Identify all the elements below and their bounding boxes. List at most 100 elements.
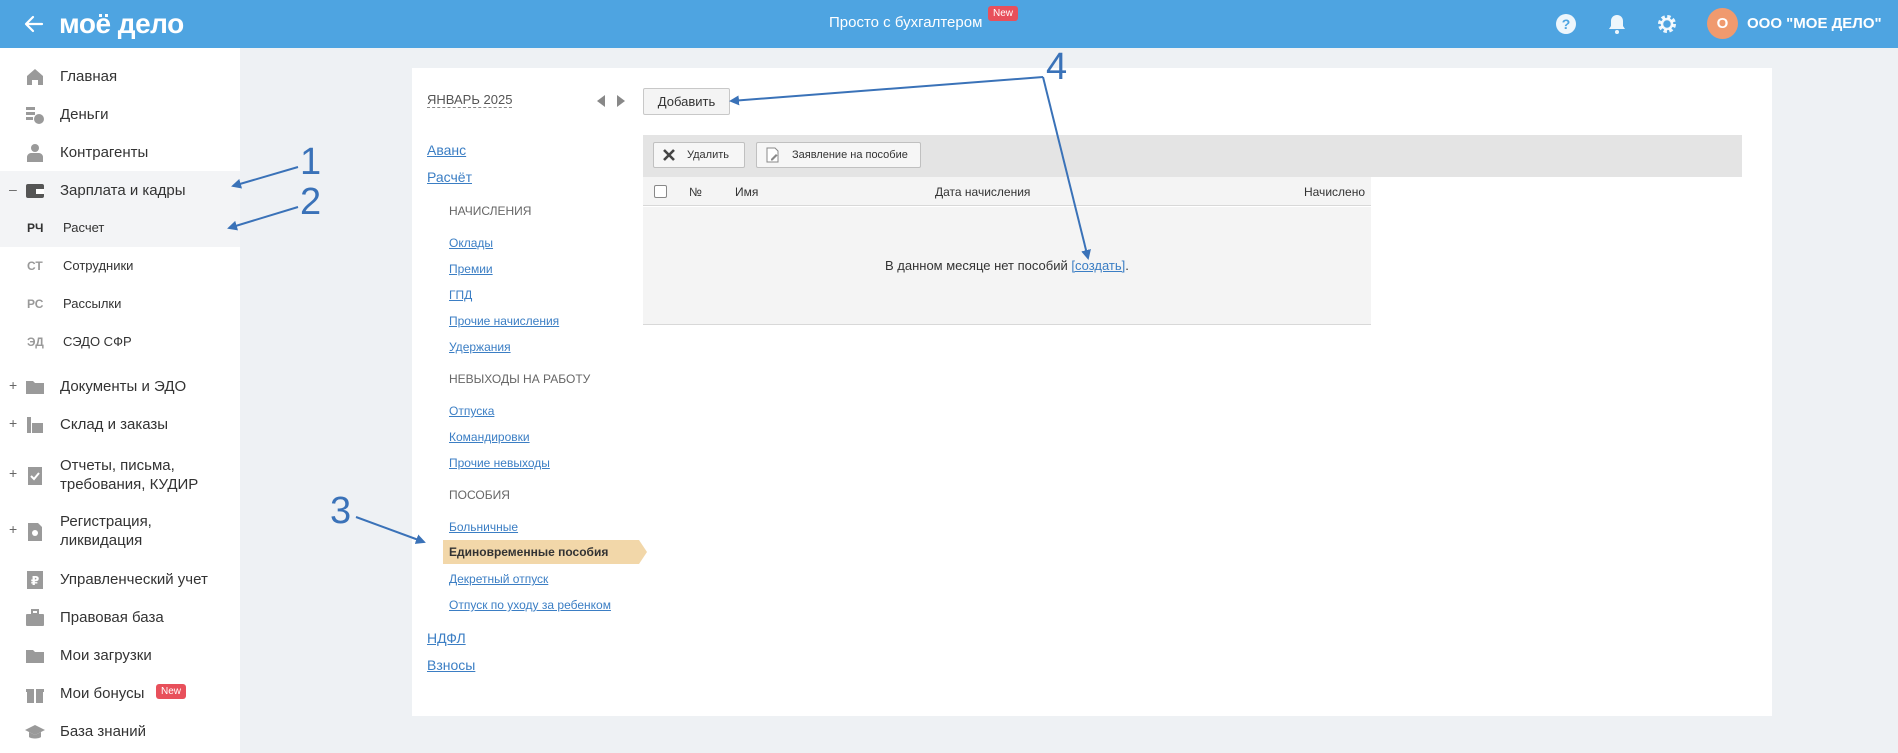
help-icon[interactable]: ? <box>1554 12 1578 36</box>
svg-text:₽: ₽ <box>31 574 39 588</box>
nav-link-vacations[interactable]: Отпуска <box>449 404 494 418</box>
column-header-number[interactable]: № <box>689 185 702 199</box>
sidebar-item-contractors[interactable]: Контрагенты <box>0 141 240 167</box>
benefit-application-button[interactable]: Заявление на пособие <box>756 142 921 168</box>
next-month-icon[interactable] <box>617 95 625 107</box>
group-heading-accruals: НАЧИСЛЕНИЯ <box>449 204 532 218</box>
create-link[interactable]: [создать] <box>1071 258 1125 273</box>
new-badge: New <box>988 6 1019 21</box>
wallet-icon <box>26 184 44 198</box>
close-icon <box>663 149 675 161</box>
back-arrow-icon[interactable] <box>22 12 46 36</box>
empty-state-period: . <box>1125 258 1129 273</box>
annotation-number-1: 1 <box>300 141 322 183</box>
app-logo[interactable]: моё дело <box>59 8 184 40</box>
sidebar-item-label: Отчеты, письма, <box>60 457 175 474</box>
prev-month-icon[interactable] <box>597 95 605 107</box>
sidebar-item-label: Регистрация, <box>60 513 152 530</box>
group-heading-absences: НЕВЫХОДЫ НА РАБОТУ <box>449 372 591 386</box>
home-icon <box>27 69 43 85</box>
empty-state-text: В данном месяце нет пособий <box>885 258 1072 273</box>
sidebar-item-warehouse[interactable]: + Склад и заказы <box>0 413 240 439</box>
sidebar-subitem-employees[interactable]: СТ Сотрудники <box>0 251 240 283</box>
subitem-abbr: СТ <box>27 259 43 273</box>
sidebar-item-label: База знаний <box>60 723 146 740</box>
expand-icon[interactable]: + <box>9 377 17 393</box>
nav-link-ndfl[interactable]: НДФЛ <box>427 630 466 646</box>
table-header: № Имя Дата начисления Начислено <box>643 177 1371 206</box>
sidebar-item-money[interactable]: Деньги <box>0 103 240 129</box>
sidebar-item-salary[interactable]: – Зарплата и кадры <box>0 179 240 205</box>
sidebar-subitem-raschet[interactable]: РЧ Расчет <box>0 213 240 245</box>
collapse-icon[interactable]: – <box>9 181 17 197</box>
nav-link-maternity-leave[interactable]: Декретный отпуск <box>449 572 548 586</box>
nav-link-sick-leave[interactable]: Больничные <box>449 520 518 534</box>
month-selector[interactable]: ЯНВАРЬ 2025 <box>427 92 513 108</box>
column-header-accrued[interactable]: Начислено <box>1304 185 1365 199</box>
sidebar-item-label: Склад и заказы <box>60 416 169 433</box>
money-icon <box>26 107 44 124</box>
sidebar-item-label: Деньги <box>60 106 109 123</box>
document-edit-icon <box>766 147 779 163</box>
sidebar-item-downloads[interactable]: Мои загрузки <box>0 644 240 670</box>
company-name[interactable]: ООО "МОЕ ДЕЛО" <box>1747 15 1882 32</box>
expand-icon[interactable]: + <box>9 465 17 481</box>
add-button[interactable]: Добавить <box>643 88 730 115</box>
folder-icon <box>26 650 44 663</box>
sidebar-item-label: Мои загрузки <box>60 647 152 664</box>
subitem-label: Рассылки <box>63 296 122 311</box>
bell-icon[interactable] <box>1605 12 1629 36</box>
sidebar-item-knowledge[interactable]: База знаний <box>0 720 240 746</box>
top-header: моё дело Просто с бухгалтером New ? О ОО… <box>0 0 1898 48</box>
column-header-date[interactable]: Дата начисления <box>935 185 1030 199</box>
registration-icon <box>28 523 42 541</box>
folder-icon <box>26 381 44 394</box>
expand-icon[interactable]: + <box>9 415 17 431</box>
delete-button[interactable]: Удалить <box>653 142 745 168</box>
sidebar-item-label: Мои бонусы <box>60 685 145 702</box>
svg-text:?: ? <box>1562 16 1571 32</box>
sidebar-item-registration[interactable]: + Регистрация, ликвидация <box>0 512 240 552</box>
sidebar-item-legal[interactable]: Правовая база <box>0 606 240 632</box>
nav-link-oklady[interactable]: Оклады <box>449 236 493 250</box>
warehouse-icon <box>27 417 43 433</box>
sidebar: Главная Деньги Контрагенты – Зарплата и … <box>0 48 240 753</box>
subitem-label: Сотрудники <box>63 258 134 273</box>
sidebar-item-bonuses[interactable]: Мои бонусы New <box>0 682 240 708</box>
new-badge: New <box>156 684 187 699</box>
sidebar-item-label: Зарплата и кадры <box>60 182 186 199</box>
nav-link-deductions[interactable]: Удержания <box>449 340 511 354</box>
select-all-checkbox[interactable] <box>654 185 667 198</box>
accountant-promo-link[interactable]: Просто с бухгалтером <box>829 14 982 31</box>
contractors-icon <box>27 144 43 162</box>
sidebar-item-label: Контрагенты <box>60 144 149 161</box>
sidebar-item-reports[interactable]: + Отчеты, письма, требования, КУДИР <box>0 456 240 496</box>
expand-icon[interactable]: + <box>9 521 17 537</box>
briefcase-icon <box>26 609 44 626</box>
nav-link-other-accruals[interactable]: Прочие начисления <box>449 314 559 328</box>
nav-link-childcare-leave[interactable]: Отпуск по уходу за ребенком <box>449 598 611 612</box>
sidebar-item-home[interactable]: Главная <box>0 65 240 91</box>
nav-link-vznosy[interactable]: Взносы <box>427 657 475 673</box>
column-header-name[interactable]: Имя <box>735 185 758 199</box>
sidebar-subitem-sedo[interactable]: ЭД СЭДО СФР <box>0 327 240 359</box>
annotation-arrow-1 <box>231 166 299 189</box>
nav-link-raschet[interactable]: Расчёт <box>427 169 472 185</box>
nav-link-gpd[interactable]: ГПД <box>449 288 472 302</box>
nav-link-premii[interactable]: Премии <box>449 262 493 276</box>
sidebar-item-documents[interactable]: + Документы и ЭДО <box>0 375 240 401</box>
gear-icon[interactable] <box>1655 12 1679 36</box>
nav-link-business-trips[interactable]: Командировки <box>449 430 530 444</box>
benefit-application-label: Заявление на пособие <box>792 149 908 161</box>
gift-icon <box>26 689 44 703</box>
nav-active-lump-sum-benefits[interactable]: Единовременные пособия <box>443 540 647 564</box>
nav-link-avans[interactable]: Аванс <box>427 142 466 158</box>
sidebar-item-label: Главная <box>60 68 118 85</box>
sidebar-item-management[interactable]: ₽ Управленческий учет <box>0 568 240 594</box>
avatar[interactable]: О <box>1707 8 1738 39</box>
nav-link-other-absences[interactable]: Прочие невыходы <box>449 456 550 470</box>
sidebar-subitem-mailings[interactable]: РС Рассылки <box>0 289 240 321</box>
annotation-number-3: 3 <box>330 490 352 532</box>
annotation-number-2: 2 <box>300 181 322 223</box>
empty-state-message: В данном месяце нет пособий [создать]. <box>885 258 1129 273</box>
